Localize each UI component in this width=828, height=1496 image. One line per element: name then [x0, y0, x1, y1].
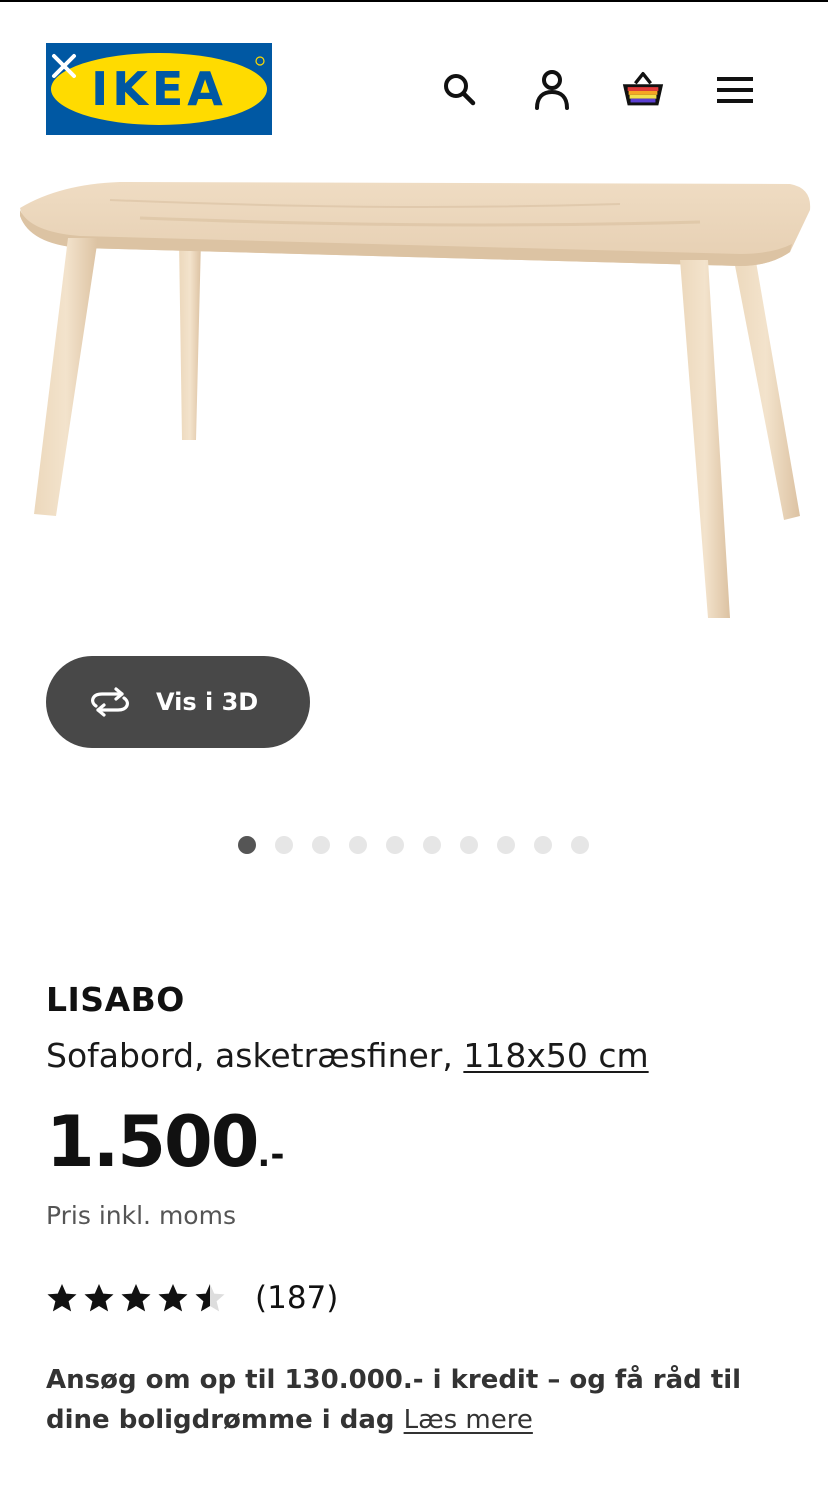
product-type: Sofabord, asketræsfiner, — [46, 1036, 453, 1075]
price-value: 1.500 — [46, 1101, 259, 1183]
top-border — [0, 0, 828, 2]
carousel-dot[interactable] — [497, 836, 515, 854]
read-more-link[interactable]: Læs mere — [404, 1405, 533, 1435]
carousel-dot[interactable] — [275, 836, 293, 854]
view-in-3d-label: Vis i 3D — [156, 688, 259, 716]
basket-icon[interactable] — [620, 67, 666, 113]
logo-text: IKEA — [91, 62, 227, 116]
search-icon[interactable] — [437, 67, 483, 113]
product-size-link[interactable]: 118x50 cm — [463, 1036, 648, 1075]
product-description: Sofabord, asketræsfiner, 118x50 cm — [46, 1036, 649, 1075]
star-icon — [84, 1284, 114, 1312]
carousel-dot[interactable] — [238, 836, 256, 854]
credit-promo: Ansøg om op til 130.000.- i kredit – og … — [46, 1360, 786, 1440]
star-icon — [121, 1284, 151, 1312]
carousel-dot[interactable] — [349, 836, 367, 854]
rotate-3d-icon — [91, 687, 129, 717]
star-icon — [47, 1284, 77, 1312]
price-note: Pris inkl. moms — [46, 1201, 236, 1230]
product-rating[interactable]: (187) — [46, 1276, 338, 1320]
review-count: (187) — [255, 1280, 339, 1316]
star-icon — [158, 1284, 188, 1312]
star-icon — [195, 1284, 225, 1312]
price-suffix: .- — [257, 1135, 285, 1175]
close-icon[interactable] — [46, 48, 82, 84]
product-price: 1.500.- — [46, 1102, 284, 1195]
promo-text: Ansøg om op til 130.000.- i kredit – og … — [46, 1365, 742, 1435]
menu-icon[interactable] — [712, 67, 758, 113]
carousel-dot[interactable] — [386, 836, 404, 854]
carousel-dot[interactable] — [460, 836, 478, 854]
image-carousel-dots — [238, 835, 608, 855]
carousel-dot[interactable] — [571, 836, 589, 854]
carousel-dot[interactable] — [534, 836, 552, 854]
product-image[interactable] — [0, 170, 828, 640]
product-name: LISABO — [46, 980, 185, 1019]
user-icon[interactable] — [529, 67, 575, 113]
carousel-dot[interactable] — [423, 836, 441, 854]
view-in-3d-button[interactable]: Vis i 3D — [46, 656, 310, 748]
carousel-dot[interactable] — [312, 836, 330, 854]
rating-stars — [46, 1282, 231, 1314]
